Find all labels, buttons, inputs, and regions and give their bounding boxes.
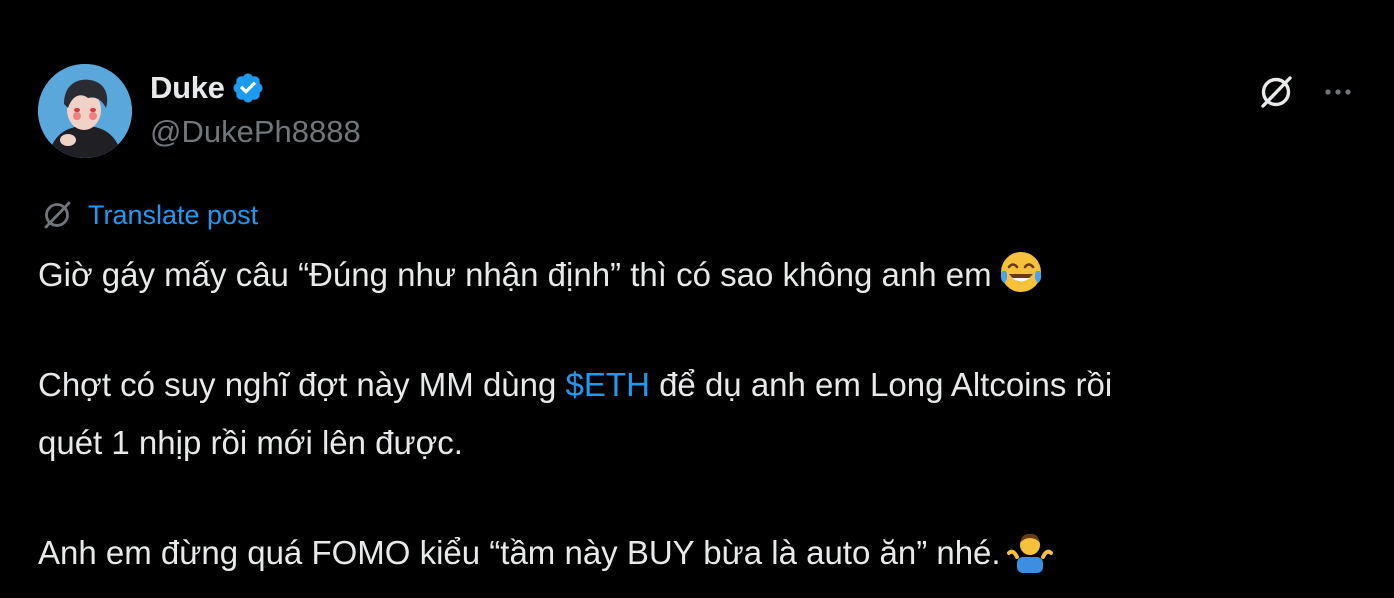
translate-grok-icon <box>40 198 74 232</box>
post-line-3: quét 1 nhịp rồi mới lên được. <box>38 414 1368 472</box>
shrugging-person-emoji-icon <box>1006 527 1053 573</box>
avatar[interactable] <box>38 64 132 158</box>
post-line-4: Anh em đừng quá FOMO kiểu “tầm này BUY b… <box>38 524 1368 582</box>
post-line-4-text: Anh em đừng quá FOMO kiểu “tầm này BUY b… <box>38 534 1001 571</box>
post-line-2-before: Chợt có suy nghĩ đợt này MM dùng <box>38 366 566 403</box>
grok-slash-icon[interactable] <box>1256 72 1296 112</box>
author-handle[interactable]: @DukePh8888 <box>150 114 361 150</box>
post-body: Giờ gáy mấy câu “Đúng như nhận định” thì… <box>38 246 1368 582</box>
cashtag-link[interactable]: $ETH <box>566 366 650 403</box>
post-card[interactable]: Duke @DukePh8888 Translate post Giờ gáy … <box>0 0 1394 598</box>
translate-post-link[interactable]: Translate post <box>88 200 258 231</box>
translate-row[interactable]: Translate post <box>40 198 258 232</box>
post-line-1: Giờ gáy mấy câu “Đúng như nhận định” thì… <box>38 246 1368 304</box>
post-line-2-after: để dụ anh em Long Altcoins rồi <box>649 366 1113 403</box>
tears-of-joy-emoji-icon <box>998 249 1044 295</box>
post-line-2: Chợt có suy nghĩ đợt này MM dùng $ETH để… <box>38 356 1368 414</box>
author-name-row: Duke <box>150 70 265 106</box>
post-line-1-text: Giờ gáy mấy câu “Đúng như nhận định” thì… <box>38 256 992 293</box>
verified-badge-icon[interactable] <box>231 71 265 105</box>
post-line-3-text: quét 1 nhịp rồi mới lên được. <box>38 424 463 461</box>
author-display-name[interactable]: Duke <box>150 70 225 106</box>
more-horizontal-icon[interactable] <box>1318 72 1358 112</box>
